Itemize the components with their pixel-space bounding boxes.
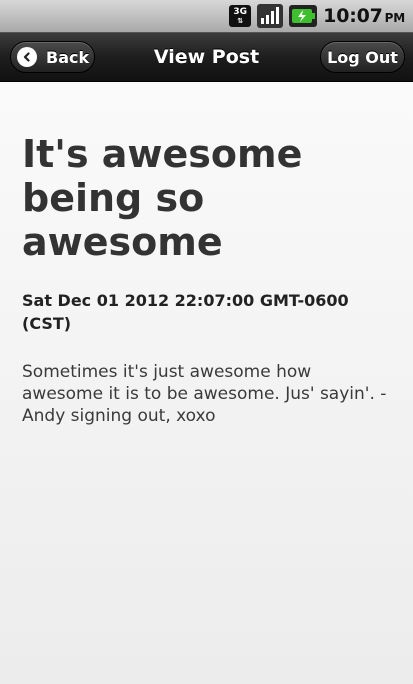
clock: 10:07 PM	[323, 5, 405, 27]
app-frame: 3G ⇅ 10:07 PM View Post Back Log Out It'…	[0, 0, 413, 684]
status-bar: 3G ⇅ 10:07 PM	[0, 0, 413, 32]
chevron-left-icon	[17, 47, 37, 67]
log-out-button[interactable]: Log Out	[320, 41, 405, 73]
log-out-button-label: Log Out	[327, 47, 398, 67]
post-title: It's awesome being so awesome	[22, 132, 303, 264]
back-button[interactable]: Back	[10, 41, 95, 73]
back-button-label: Back	[46, 47, 90, 67]
clock-time: 10:07	[323, 5, 383, 27]
nav-header: View Post Back Log Out	[0, 32, 413, 82]
network-label: 3G	[233, 6, 247, 17]
3g-data-icon: 3G ⇅	[229, 5, 252, 27]
clock-ampm: PM	[384, 11, 406, 25]
post-content: It's awesome being so awesome Sat Dec 01…	[0, 82, 413, 684]
post-body: Sometimes it's just awesome how awesome …	[22, 362, 387, 426]
post-date: Sat Dec 01 2012 22:07:00 GMT-0600 (CST)	[22, 291, 349, 333]
battery-charging-icon	[289, 5, 318, 27]
signal-icon	[257, 4, 284, 28]
